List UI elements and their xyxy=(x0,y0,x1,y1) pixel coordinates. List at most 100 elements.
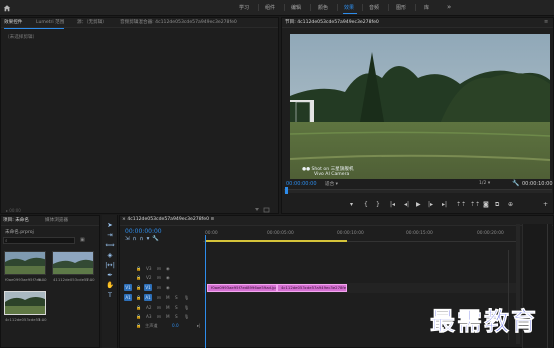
program-video-frame[interactable] xyxy=(290,34,550,179)
new-bin-icon[interactable]: ▣ xyxy=(80,237,85,243)
project-item-thumbnail-3[interactable] xyxy=(4,291,46,315)
sync-icon[interactable]: ⊟ xyxy=(157,295,161,300)
step-forward-icon[interactable]: |▸ xyxy=(428,202,433,208)
microphone-icon[interactable]: 🎙 xyxy=(184,314,189,320)
sync-icon[interactable]: ⊟ xyxy=(157,285,161,290)
eye-icon[interactable]: ◉ xyxy=(166,285,170,290)
workspace-tab-editing[interactable]: 编辑 xyxy=(291,4,301,11)
workspace-tab-assembly[interactable]: 组件 xyxy=(265,4,275,11)
type-tool-icon[interactable]: T xyxy=(105,292,115,299)
track-select-tool-icon[interactable]: ⇥ xyxy=(105,232,115,239)
wrench-icon[interactable]: 🔧 xyxy=(512,180,519,187)
track-label-master[interactable]: 主声道 xyxy=(145,323,158,329)
source-patch-a1[interactable]: A1 xyxy=(124,294,132,301)
lock-icon[interactable]: 🔒 xyxy=(136,323,141,329)
slip-tool-icon[interactable]: |↔| xyxy=(105,262,115,269)
program-time-ruler[interactable] xyxy=(284,189,552,193)
program-playhead[interactable] xyxy=(285,187,288,194)
microphone-icon[interactable]: 🎙 xyxy=(184,295,189,301)
divider xyxy=(415,4,416,11)
tab-lumetri-scopes[interactable]: Lumetri 范围 xyxy=(36,19,64,25)
eye-icon[interactable]: ◉ xyxy=(166,266,170,271)
track-label-a2[interactable]: A2 xyxy=(146,305,152,310)
tab-audio-clip-mixer[interactable]: 音频剪辑混合器: 4c112de053cde57a949ec3e278fe0 xyxy=(120,19,237,25)
go-to-out-icon[interactable]: ▸| xyxy=(442,202,447,208)
menu-icon[interactable]: ≡ xyxy=(210,217,214,222)
add-marker-button[interactable]: ▾ xyxy=(350,202,353,208)
lock-icon[interactable]: 🔒 xyxy=(136,275,141,281)
work-area-bar[interactable] xyxy=(206,240,347,242)
fit-zoom-dropdown[interactable]: 适合 ▾ xyxy=(325,181,338,187)
track-label-a3[interactable]: A3 xyxy=(146,314,152,319)
razor-tool-icon[interactable]: ◈ xyxy=(105,252,115,259)
extract-icon[interactable]: ⇡⇡ xyxy=(470,202,480,208)
eye-icon[interactable]: ◉ xyxy=(166,275,170,280)
master-volume-value[interactable]: 0.0 xyxy=(172,323,179,328)
mute-icon[interactable]: M xyxy=(166,314,170,319)
workspace-tab-color[interactable]: 颜色 xyxy=(318,4,328,11)
timeline-clip-2[interactable]: 4c112de053cde57a949ec3e278fe0.jpg xyxy=(277,284,347,292)
workspace-tab-learn[interactable]: 学习 xyxy=(239,4,249,11)
timeline-toolbar-icons[interactable]: ⇲∩∩▾🔧 xyxy=(125,236,162,242)
project-item-thumbnail-1[interactable] xyxy=(4,251,46,275)
timeline-playhead[interactable] xyxy=(205,235,206,348)
track-label-a1[interactable]: A1 xyxy=(144,294,152,301)
hand-tool-icon[interactable]: ✋ xyxy=(105,282,115,289)
solo-icon[interactable]: S xyxy=(175,305,178,310)
pen-tool-icon[interactable]: ✒ xyxy=(105,272,115,279)
workspace-tab-audio[interactable]: 音频 xyxy=(369,4,379,11)
solo-icon[interactable]: S xyxy=(175,314,178,319)
double-chevron-right-icon[interactable]: » xyxy=(447,3,451,11)
track-label-v3[interactable]: V3 xyxy=(146,266,152,271)
selection-tool-icon[interactable]: ➤ xyxy=(105,222,115,229)
lock-icon[interactable]: 🔒 xyxy=(136,314,141,320)
solo-icon[interactable]: S xyxy=(175,295,178,300)
meter-bar xyxy=(547,224,552,348)
program-timecode[interactable]: 00:00:00:00 xyxy=(286,181,317,187)
lock-icon[interactable]: 🔒 xyxy=(136,305,141,311)
add-button-icon[interactable]: + xyxy=(543,202,548,208)
program-monitor-title[interactable]: 节目: 4c112de053cde57a949ec3e278fe0 xyxy=(285,19,379,25)
lock-icon[interactable]: 🔒 xyxy=(136,266,141,272)
mute-icon[interactable]: M xyxy=(166,295,170,300)
source-patch-v1[interactable]: V1 xyxy=(124,284,132,291)
ripple-edit-tool-icon[interactable]: ⟺ xyxy=(105,242,115,249)
sync-icon[interactable]: ⊟ xyxy=(157,275,161,280)
vr-icon[interactable]: ⊕ xyxy=(508,202,513,208)
timeline-timecode[interactable]: 00:00:00:00 xyxy=(125,228,162,235)
lock-icon[interactable]: 🔒 xyxy=(136,285,141,291)
camera-icon[interactable]: ◙ xyxy=(483,202,489,208)
mark-out-button[interactable]: } xyxy=(376,202,380,208)
mark-in-button[interactable]: { xyxy=(364,202,368,208)
filter-icons[interactable] xyxy=(254,207,272,213)
workspace-tab-graphics[interactable]: 图形 xyxy=(396,4,406,11)
microphone-icon[interactable]: 🎙 xyxy=(184,305,189,311)
project-search-input[interactable]: ⌕ xyxy=(3,237,75,244)
skip-icon[interactable]: ▸| xyxy=(197,323,201,328)
step-back-icon[interactable]: ◂| xyxy=(404,202,409,208)
tab-media-browser[interactable]: 媒体浏览器 xyxy=(45,217,68,223)
panel-menu-icon[interactable]: ≡ xyxy=(544,19,548,25)
close-icon[interactable]: × xyxy=(122,217,126,222)
play-icon[interactable]: ▶ xyxy=(416,202,421,208)
home-icon[interactable] xyxy=(3,4,11,12)
workspace-tab-libraries[interactable]: 库 xyxy=(424,4,429,11)
tab-source[interactable]: 源：（无剪辑） xyxy=(77,19,107,25)
mute-icon[interactable]: M xyxy=(166,305,170,310)
project-item-thumbnail-2[interactable] xyxy=(52,251,94,275)
track-label-v1[interactable]: V1 xyxy=(144,284,152,291)
timeline-clip-1[interactable]: f0ae0993ae95f7ed8996ae59ad.jpg xyxy=(207,284,277,292)
tab-effect-controls[interactable]: 效果控件 xyxy=(4,19,22,25)
tab-project[interactable]: 项目: 未命名 xyxy=(3,217,29,223)
go-to-in-icon[interactable]: |◂ xyxy=(390,202,395,208)
comparison-view-icon[interactable]: ⧉ xyxy=(495,202,499,208)
sync-icon[interactable]: ⊟ xyxy=(157,305,161,310)
resolution-dropdown[interactable]: 1/2 ▾ xyxy=(479,181,490,186)
timeline-sequence-tab[interactable]: × 4c112de053cde57a949ec3e278fe0 ≡ xyxy=(122,217,214,222)
track-label-v2[interactable]: V2 xyxy=(146,275,152,280)
workspace-tab-effects[interactable]: 效果 xyxy=(344,4,354,11)
lock-icon[interactable]: 🔒 xyxy=(136,295,141,301)
sync-icon[interactable]: ⊟ xyxy=(157,266,161,271)
lift-icon[interactable]: ⇡⇡ xyxy=(456,202,466,208)
sync-icon[interactable]: ⊟ xyxy=(157,314,161,319)
